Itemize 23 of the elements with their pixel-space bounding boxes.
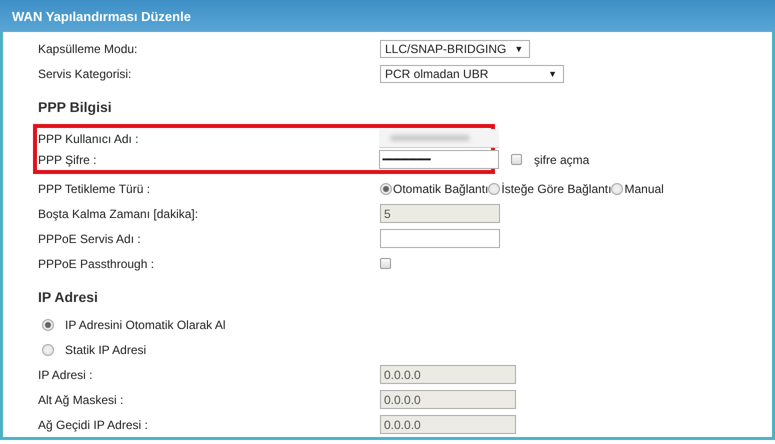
field-label: PPPoE Passthrough : (38, 256, 156, 270)
field-label: PPPoE Servis Adı : (38, 232, 142, 246)
window-title: WAN Yapılandırması Düzenle (12, 8, 191, 24)
field-label: Alt Ağ Maskesi : (38, 392, 124, 406)
field-label: Servis Kategorisi: (38, 66, 132, 80)
dropdown[interactable]: PCR olmadan UBR ▼ (380, 64, 564, 82)
field-label: PPP Şifre : (38, 152, 98, 166)
section-heading: PPP Bilgisi (38, 99, 112, 115)
password-field[interactable]: •••••••••••••••••••••••••••••• (379, 150, 499, 169)
checkbox-label: şifre açma (534, 152, 590, 166)
field-label: PPP Tetikleme Türü : (38, 182, 152, 196)
radio-label: Otomatik Bağlantı (393, 182, 488, 196)
radio-label: Manual (624, 182, 664, 196)
dropdown[interactable]: LLC/SNAP-BRIDGING ▼ (380, 40, 530, 58)
field-label: IP Adresi : (38, 368, 94, 382)
radio-label: İsteğe Göre Bağlantı (501, 182, 612, 196)
field-label: Kapsülleme Modu: (38, 42, 138, 56)
field-label: PPP Kullanıcı Adı : (38, 132, 140, 146)
radio-label: IP Adresini Otomatik Olarak Al (65, 318, 226, 332)
field-label: Boşta Kalma Zamanı [dakika]: (38, 206, 200, 220)
radio-label: Statik IP Adresi (65, 342, 146, 356)
field-label: Ağ Geçidi IP Adresi : (38, 418, 149, 432)
section-heading: IP Adresi (38, 289, 98, 305)
